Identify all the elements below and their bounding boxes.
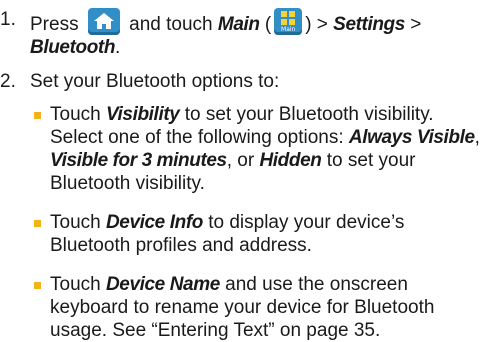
- or-text: , or: [226, 150, 255, 171]
- touch-text: Touch: [50, 212, 101, 233]
- bluetooth-label: Bluetooth: [30, 37, 116, 58]
- gt-separator: >: [410, 14, 422, 35]
- bullet-square-icon: [34, 220, 41, 227]
- open-paren: (: [264, 14, 272, 35]
- option-hidden: Hidden: [259, 150, 322, 171]
- main-icon-caption: Main: [281, 26, 296, 33]
- step-2-intro: Set your Bluetooth options to:: [30, 71, 280, 92]
- list-item-device-name: Touch Device Name and use the onscreen k…: [30, 273, 480, 342]
- step-2-text: Set your Bluetooth options to:: [30, 70, 480, 93]
- comma: ,: [474, 127, 480, 148]
- touch-text: Touch: [50, 274, 101, 295]
- close-paren: ) >: [305, 14, 328, 35]
- option-visible-3-minutes: Visible for 3 minutes: [50, 150, 227, 171]
- settings-label: Settings: [333, 14, 405, 35]
- home-icon: [87, 8, 120, 35]
- option-always-visible: Always Visible: [348, 127, 475, 148]
- device-info-text: to display your device’s Bluetooth profi…: [50, 212, 405, 256]
- step-1-text: Press and touch Main ( Main ) > Settings…: [30, 8, 480, 59]
- bullet-square-icon: [34, 112, 41, 119]
- step-text-press: Press: [30, 14, 79, 35]
- touch-text: Touch: [50, 104, 101, 125]
- step-number: 2.: [0, 71, 16, 92]
- step-number: 1.: [0, 9, 16, 30]
- main-menu-icon: Main: [274, 8, 303, 35]
- visibility-label: Visibility: [105, 104, 180, 125]
- device-info-label: Device Info: [105, 212, 203, 233]
- bullet-square-icon: [34, 282, 41, 289]
- step-text-and-touch: and touch: [129, 14, 213, 35]
- device-name-label: Device Name: [105, 274, 220, 295]
- main-label: Main: [217, 14, 260, 35]
- options-list: Touch Visibility to set your Bluetooth v…: [30, 103, 480, 342]
- list-item-visibility: Touch Visibility to set your Bluetooth v…: [30, 103, 480, 195]
- list-item-device-info: Touch Device Info to display your device…: [30, 211, 480, 257]
- period: .: [115, 37, 121, 58]
